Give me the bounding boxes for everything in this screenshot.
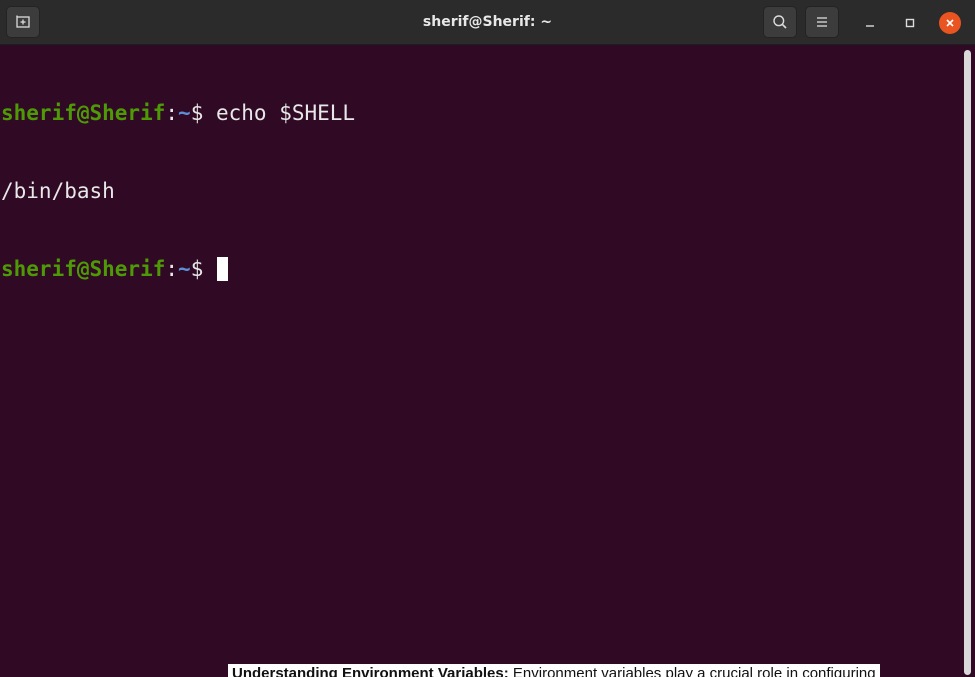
prompt-path: ~ — [178, 101, 191, 125]
terminal-output[interactable]: sherif@Sherif:~$ echo $SHELL /bin/bash s… — [0, 46, 962, 677]
command-input[interactable] — [203, 257, 216, 281]
hamburger-menu-icon — [817, 17, 827, 27]
search-button[interactable] — [763, 6, 797, 38]
prompt-colon: : — [165, 101, 179, 125]
scrollbar[interactable] — [962, 46, 975, 677]
background-page-body-text: Environment variables play a crucial rol… — [508, 665, 876, 677]
minimize-button[interactable] — [859, 12, 881, 34]
command-output: /bin/bash — [1, 179, 115, 203]
command-text: echo $SHELL — [203, 101, 356, 125]
search-icon — [773, 15, 787, 29]
prompt-colon: : — [165, 257, 179, 281]
new-tab-icon — [16, 15, 30, 28]
terminal-window: sherif@Sherif: ~ sherif@Sherif:~$ echo $… — [0, 0, 975, 677]
close-button[interactable] — [939, 12, 961, 34]
title-bar[interactable]: sherif@Sherif: ~ — [0, 0, 975, 45]
background-page-text: Understanding Environment Variables: Env… — [228, 664, 880, 677]
prompt-user: sherif@Sherif — [1, 101, 166, 125]
prompt-user: sherif@Sherif — [1, 257, 166, 281]
close-icon — [946, 19, 954, 27]
minimize-icon — [866, 25, 874, 27]
terminal-line: sherif@Sherif:~$ echo $SHELL — [1, 100, 962, 126]
maximize-icon — [905, 18, 915, 28]
new-tab-button[interactable] — [6, 6, 40, 38]
prompt-dollar: $ — [190, 257, 204, 281]
maximize-button[interactable] — [899, 12, 921, 34]
menu-button[interactable] — [805, 6, 839, 38]
prompt-path: ~ — [178, 257, 191, 281]
terminal-line: sherif@Sherif:~$ — [1, 256, 962, 282]
terminal-line: /bin/bash — [1, 178, 962, 204]
prompt-dollar: $ — [190, 101, 204, 125]
scrollbar-thumb[interactable] — [964, 50, 971, 675]
background-page-bold-text: Understanding Environment Variables: — [232, 665, 509, 677]
text-cursor — [217, 257, 228, 281]
